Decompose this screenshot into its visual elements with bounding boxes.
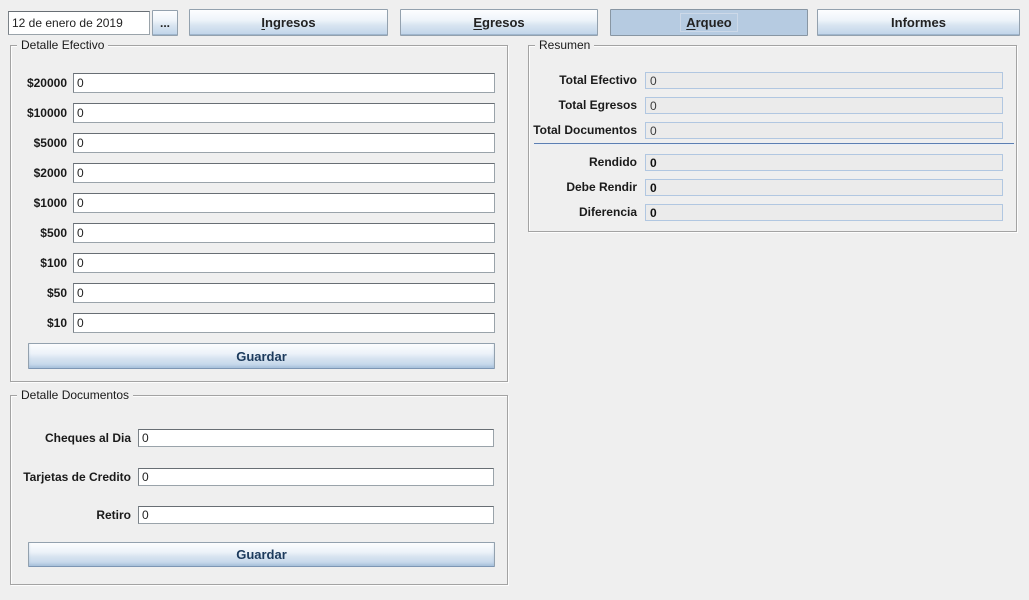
- denomination-1000-input[interactable]: [73, 193, 495, 213]
- denomination-10000-input[interactable]: [73, 103, 495, 123]
- nav-button-egresos-label: Egresos: [467, 13, 530, 32]
- denomination-50-input[interactable]: [73, 283, 495, 303]
- label-rest: ngresos: [265, 15, 316, 30]
- cash-row-2000: $2000: [11, 163, 507, 183]
- total-documentos-row: Total Documentos 0: [529, 122, 1016, 139]
- resumen-panel: Resumen Total Efectivo 0 Total Egresos 0…: [528, 45, 1017, 232]
- cash-row-1000: $1000: [11, 193, 507, 213]
- denomination-label: $5000: [15, 133, 67, 153]
- diferencia-value: 0: [645, 204, 1003, 221]
- save-documentos-button[interactable]: Guardar: [28, 542, 495, 567]
- cheques-al-dia-label: Cheques al Dia: [11, 429, 131, 447]
- tarjetas-de-credito-label: Tarjetas de Credito: [11, 468, 131, 486]
- cash-row-20000: $20000: [11, 73, 507, 93]
- cheques-al-dia-input[interactable]: [138, 429, 494, 447]
- cheques-row: Cheques al Dia: [11, 429, 507, 447]
- label-rest: rqueo: [696, 15, 732, 30]
- denomination-10-input[interactable]: [73, 313, 495, 333]
- denomination-label: $10000: [15, 103, 67, 123]
- label-rest: gresos: [482, 15, 525, 30]
- nav-button-informes-label: Informes: [885, 13, 952, 32]
- denomination-20000-input[interactable]: [73, 73, 495, 93]
- rendido-row: Rendido 0: [529, 154, 1016, 171]
- denomination-500-input[interactable]: [73, 223, 495, 243]
- total-documentos-value: 0: [645, 122, 1003, 139]
- date-picker-button[interactable]: ...: [152, 10, 178, 36]
- resumen-title: Resumen: [535, 38, 594, 52]
- date-picker-button-label: ...: [154, 14, 176, 32]
- total-egresos-value: 0: [645, 97, 1003, 114]
- debe-rendir-row: Debe Rendir 0: [529, 179, 1016, 196]
- retiro-input[interactable]: [138, 506, 494, 524]
- denomination-5000-input[interactable]: [73, 133, 495, 153]
- rendido-value: 0: [645, 154, 1003, 171]
- nav-button-arqueo-active[interactable]: Arqueo: [610, 9, 808, 36]
- cash-row-5000: $5000: [11, 133, 507, 153]
- cash-row-10000: $10000: [11, 103, 507, 123]
- tarjetas-de-credito-input[interactable]: [138, 468, 494, 486]
- denomination-100-input[interactable]: [73, 253, 495, 273]
- total-efectivo-row: Total Efectivo 0: [529, 72, 1016, 89]
- diferencia-label: Diferencia: [529, 204, 637, 221]
- mnemonic-letter: E: [473, 15, 482, 30]
- rendido-label: Rendido: [529, 154, 637, 171]
- mnemonic-letter: A: [686, 15, 695, 30]
- total-efectivo-label: Total Efectivo: [529, 72, 637, 89]
- nav-button-ingresos[interactable]: Ingresos: [189, 9, 388, 36]
- cash-row-100: $100: [11, 253, 507, 273]
- nav-button-informes[interactable]: Informes: [817, 9, 1020, 36]
- cash-row-10: $10: [11, 313, 507, 333]
- debe-rendir-value: 0: [645, 179, 1003, 196]
- denomination-label: $2000: [15, 163, 67, 183]
- nav-button-ingresos-label: Ingresos: [255, 13, 321, 32]
- nav-button-egresos[interactable]: Egresos: [400, 9, 598, 36]
- denomination-label: $20000: [15, 73, 67, 93]
- save-efectivo-button[interactable]: Guardar: [28, 343, 495, 369]
- resumen-separator: [534, 143, 1014, 144]
- detalle-documentos-panel: Detalle Documentos Cheques al Dia Tarjet…: [10, 395, 508, 585]
- total-efectivo-value: 0: [645, 72, 1003, 89]
- total-egresos-label: Total Egresos: [529, 97, 637, 114]
- tarjetas-row: Tarjetas de Credito: [11, 468, 507, 486]
- detalle-efectivo-title: Detalle Efectivo: [17, 38, 108, 52]
- denomination-label: $1000: [15, 193, 67, 213]
- denomination-label: $50: [15, 283, 67, 303]
- total-documentos-label: Total Documentos: [529, 122, 637, 139]
- detalle-efectivo-panel: Detalle Efectivo $20000 $10000 $5000 $20…: [10, 45, 508, 382]
- debe-rendir-label: Debe Rendir: [529, 179, 637, 196]
- total-egresos-row: Total Egresos 0: [529, 97, 1016, 114]
- cash-register-window: ... Ingresos Egresos Arqueo Informes Det…: [0, 0, 1029, 600]
- denomination-label: $10: [15, 313, 67, 333]
- detalle-documentos-title: Detalle Documentos: [17, 388, 133, 402]
- denomination-label: $100: [15, 253, 67, 273]
- nav-button-arqueo-label: Arqueo: [680, 13, 738, 32]
- denomination-label: $500: [15, 223, 67, 243]
- diferencia-row: Diferencia 0: [529, 204, 1016, 221]
- denomination-2000-input[interactable]: [73, 163, 495, 183]
- cash-row-500: $500: [11, 223, 507, 243]
- retiro-row: Retiro: [11, 506, 507, 524]
- cash-row-50: $50: [11, 283, 507, 303]
- retiro-label: Retiro: [11, 506, 131, 524]
- date-input[interactable]: [8, 11, 150, 35]
- label-rest: Informes: [891, 15, 946, 30]
